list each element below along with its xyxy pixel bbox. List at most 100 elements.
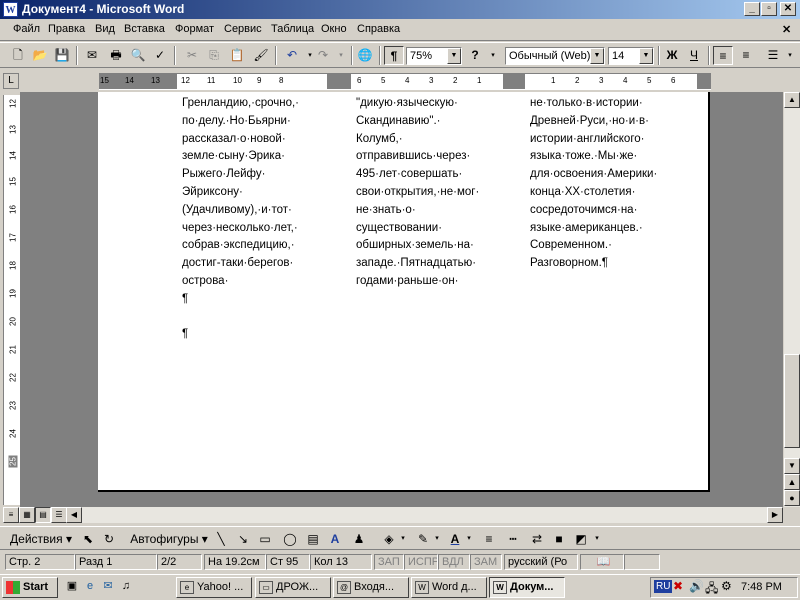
outlook-quicklaunch-icon[interactable]: ✉: [100, 577, 116, 598]
horizontal-ruler[interactable]: 15 14 13 12 11 10 9 8 6 5 4 3 2 1 1 2 3 …: [99, 73, 711, 90]
scroll-right-icon[interactable]: ▶: [767, 507, 783, 523]
doc-close-icon[interactable]: ✕: [782, 23, 791, 36]
fill-color-dropdown-icon[interactable]: ▾: [398, 530, 408, 548]
tab-stop-selector[interactable]: L: [3, 73, 19, 89]
print-icon[interactable]: 🖶: [106, 46, 126, 65]
menu-help[interactable]: Справка: [357, 23, 400, 35]
antivirus-tray-icon[interactable]: ✖: [673, 579, 683, 593]
align-left-icon[interactable]: ≡: [713, 46, 733, 65]
word-app-icon[interactable]: W: [3, 2, 18, 17]
language-indicator[interactable]: RU: [654, 580, 673, 593]
scroll-up-icon[interactable]: ▲: [784, 92, 800, 108]
text-column-1[interactable]: Гренландию,·срочно,· по·делу.·Но·Бьярни· р…: [182, 95, 299, 344]
start-button[interactable]: Start: [2, 577, 58, 598]
restore-button[interactable]: ▫: [761, 2, 777, 16]
scroll-down-icon[interactable]: ▼: [784, 458, 800, 474]
browse-object-icon[interactable]: ●: [784, 490, 800, 506]
autoshapes-menu-button[interactable]: Автофигуры ▾: [128, 530, 210, 548]
spellcheck-icon[interactable]: ✓: [150, 46, 170, 65]
menu-format[interactable]: Формат: [175, 23, 214, 35]
menu-window[interactable]: Окно: [321, 23, 347, 35]
status-ext[interactable]: ВДЛ: [438, 554, 470, 570]
font-size-combo[interactable]: 14 ▼: [608, 47, 654, 65]
free-rotate-icon[interactable]: ↻: [100, 530, 118, 548]
chevron-down-icon[interactable]: ▼: [639, 48, 653, 64]
volume-icon[interactable]: 🔊: [689, 579, 704, 593]
align-center-icon[interactable]: ≡: [736, 46, 756, 65]
hyperlink-globe-icon[interactable]: 🌐: [355, 46, 375, 65]
text-column-2[interactable]: "дикую·языческую· Скандинавию".· Колумб,· о…: [356, 95, 479, 291]
style-combo[interactable]: Обычный (Web) ▼: [505, 47, 605, 65]
oval-icon[interactable]: ◯: [280, 530, 300, 548]
scroll-left-icon[interactable]: ◀: [66, 507, 82, 523]
paste-icon[interactable]: 📋: [227, 46, 247, 65]
line-color-icon[interactable]: ✎: [414, 530, 432, 548]
horizontal-scroll-track[interactable]: [82, 507, 767, 523]
document-page[interactable]: Гренландию,·срочно,· по·делу.·Но·Бьярни· р…: [98, 92, 710, 492]
status-trk[interactable]: ИСПР: [404, 554, 438, 570]
open-folder-icon[interactable]: 📂: [30, 46, 50, 65]
task-document[interactable]: W Докум...: [489, 577, 565, 598]
task-word-d[interactable]: W Word д...: [411, 577, 487, 598]
help-dropdown-icon[interactable]: ▾: [483, 46, 503, 65]
help-question-icon[interactable]: ?: [465, 46, 485, 65]
task-drozh[interactable]: ▭ ДРОЖ...: [255, 577, 331, 598]
drawing-more-icon[interactable]: ▾: [592, 530, 602, 548]
copy-icon[interactable]: ⎘: [204, 46, 224, 65]
line-color-dropdown-icon[interactable]: ▾: [432, 530, 442, 548]
menu-insert[interactable]: Вставка: [124, 23, 165, 35]
text-column-3[interactable]: не·только·в·истории· Древней·Руси,·но·и·в…: [530, 95, 657, 273]
scroll-thumb[interactable]: [784, 354, 800, 448]
bold-button[interactable]: Ж: [662, 46, 682, 65]
menu-view[interactable]: Вид: [95, 23, 115, 35]
status-language[interactable]: русский (Ро: [504, 554, 578, 570]
underline-button[interactable]: Ч: [684, 46, 704, 65]
status-rec[interactable]: ЗАП: [374, 554, 404, 570]
print-layout-icon[interactable]: ▤: [35, 507, 51, 523]
show-formatting-button[interactable]: ¶: [384, 46, 404, 65]
redo-dropdown-icon[interactable]: ▾: [331, 46, 351, 65]
toolbar-more-icon[interactable]: ▾: [780, 46, 800, 65]
select-pointer-icon[interactable]: ⬉: [80, 530, 96, 548]
close-button[interactable]: ✕: [780, 2, 796, 16]
status-ovr[interactable]: ЗАМ: [470, 554, 502, 570]
menu-tools[interactable]: Сервис: [224, 23, 262, 35]
print-preview-icon[interactable]: 🔍: [128, 46, 148, 65]
shadow-icon[interactable]: ■: [550, 530, 568, 548]
cut-icon[interactable]: ✂: [182, 46, 202, 65]
task-inbox[interactable]: @ Входя...: [333, 577, 409, 598]
font-color-icon[interactable]: A: [446, 530, 464, 548]
undo-icon[interactable]: ↶: [282, 46, 302, 65]
chevron-down-icon[interactable]: ▼: [590, 48, 604, 64]
tray-app-icon[interactable]: ⚙: [721, 579, 732, 593]
menu-edit[interactable]: Правка: [48, 23, 85, 35]
line-style-icon[interactable]: ≡: [480, 530, 498, 548]
title-bar[interactable]: W Документ4 - Microsoft Word _ ▫ ✕: [0, 0, 800, 19]
normal-view-icon[interactable]: ≡: [3, 507, 19, 523]
spelling-status-icon[interactable]: 📖: [580, 554, 624, 570]
redo-icon[interactable]: ↷: [313, 46, 333, 65]
email-icon[interactable]: ✉: [82, 46, 102, 65]
vertical-ruler[interactable]: 12 13 14 15 16 17 18 19 20 21 22 23 24 2…: [3, 95, 20, 505]
outline-view-icon[interactable]: ☰: [51, 507, 67, 523]
vertical-scrollbar[interactable]: ▲ ▼ ▲ ●: [783, 92, 800, 507]
save-disk-icon[interactable]: 💾: [52, 46, 72, 65]
clipart-icon[interactable]: ♟: [350, 530, 368, 548]
dash-style-icon[interactable]: ┅: [504, 530, 522, 548]
fill-color-icon[interactable]: ◈: [380, 530, 398, 548]
arrow-style-icon[interactable]: ⇄: [528, 530, 546, 548]
network-icon[interactable]: 🖧: [705, 579, 718, 600]
clock[interactable]: 7:48 PM: [741, 581, 782, 593]
3d-icon[interactable]: ◩: [572, 530, 590, 548]
format-painter-icon[interactable]: 🖌: [251, 46, 271, 65]
prev-page-icon[interactable]: ▲: [784, 474, 800, 490]
zoom-combo[interactable]: 75% ▼: [406, 47, 462, 65]
chevron-down-icon[interactable]: ▼: [447, 48, 461, 64]
rectangle-icon[interactable]: ▭: [256, 530, 274, 548]
show-desktop-icon[interactable]: ▣: [64, 577, 80, 598]
line-icon[interactable]: ╲: [212, 530, 230, 548]
menu-table[interactable]: Таблица: [271, 23, 314, 35]
actions-menu-button[interactable]: Действия ▾: [6, 530, 76, 548]
font-color-dropdown-icon[interactable]: ▾: [464, 530, 474, 548]
new-document-icon[interactable]: 🗋: [8, 46, 28, 65]
